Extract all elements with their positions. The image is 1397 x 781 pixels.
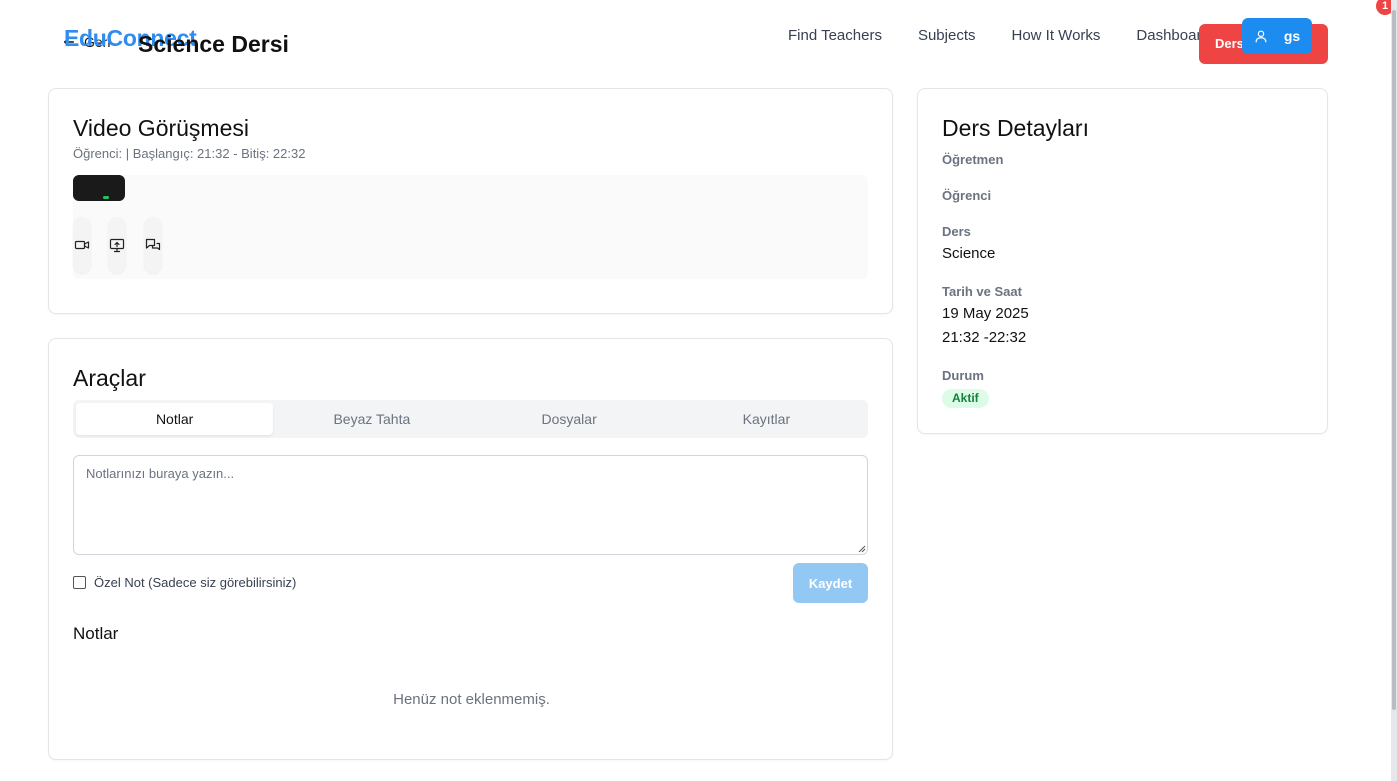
user-icon	[1255, 30, 1267, 43]
subject-value: Science	[942, 245, 996, 262]
tools-tabs: Notlar Beyaz Tahta Dosyalar Kayıtlar	[73, 400, 868, 438]
tab-recordings[interactable]: Kayıtlar	[668, 403, 865, 435]
notes-heading: Notlar	[73, 624, 119, 643]
student-label: Öğrenci	[942, 188, 992, 203]
nav-subjects[interactable]: Subjects	[918, 27, 976, 44]
time-value: 21:32 -22:32	[942, 329, 1027, 346]
user-initials: gs	[1283, 28, 1301, 44]
tools-card: Araçlar Notlar Beyaz Tahta Dosyalar Kayı…	[48, 338, 893, 760]
date-value: 19 May 2025	[942, 305, 1029, 322]
tab-files[interactable]: Dosyalar	[471, 403, 668, 435]
page: Geri EduConnect Science Dersi Find Teach…	[0, 0, 1397, 781]
chat-icon	[145, 238, 161, 251]
private-note-checkbox[interactable]	[73, 576, 86, 589]
nav-how-it-works[interactable]: How It Works	[1012, 27, 1101, 44]
resize-grip-icon[interactable]	[856, 543, 866, 553]
chat-button[interactable]	[144, 217, 162, 273]
video-camera-icon	[74, 240, 90, 250]
top-nav: Find Teachers Subjects How It Works Dash…	[788, 27, 1210, 44]
page-title: Science Dersi	[138, 31, 289, 57]
details-card-title: Ders Detayları	[942, 115, 1089, 141]
screen-share-icon	[109, 238, 125, 253]
screen-share-button[interactable]	[108, 217, 126, 273]
save-note-button[interactable]: Kaydet	[793, 563, 868, 603]
toggle-camera-button[interactable]	[73, 217, 91, 273]
video-session-info: Öğrenci: | Başlangıç: 21:32 - Bitiş: 22:…	[73, 146, 306, 161]
private-note-option[interactable]: Özel Not (Sadece siz görebilirsiniz)	[73, 575, 296, 590]
lesson-details-card: Ders Detayları Öğretmen Öğrenci Ders Sci…	[917, 88, 1328, 434]
datetime-label: Tarih ve Saat	[942, 284, 1022, 299]
status-badge: Aktif	[942, 389, 989, 408]
page-scrollbar[interactable]	[1391, 0, 1397, 781]
tools-card-title: Araçlar	[73, 365, 146, 391]
scrollbar-thumb[interactable]	[1392, 10, 1396, 710]
user-menu-button[interactable]: gs	[1242, 18, 1312, 54]
empty-notes-message: Henüz not eklenmemiş.	[393, 691, 550, 708]
subject-label: Ders	[942, 224, 971, 239]
video-area	[73, 175, 868, 279]
tab-whiteboard[interactable]: Beyaz Tahta	[273, 403, 470, 435]
notes-input[interactable]	[73, 455, 868, 555]
private-note-label: Özel Not (Sadece siz görebilirsiniz)	[94, 575, 297, 590]
teacher-label: Öğretmen	[942, 152, 1004, 167]
video-call-card: Video Görüşmesi Öğrenci: | Başlangıç: 21…	[48, 88, 893, 314]
status-label: Durum	[942, 368, 984, 383]
tab-notes[interactable]: Notlar	[76, 403, 274, 435]
camera-indicator	[103, 196, 109, 199]
local-video-preview	[73, 175, 125, 201]
video-card-title: Video Görüşmesi	[73, 115, 249, 141]
nav-find-teachers[interactable]: Find Teachers	[788, 27, 882, 44]
